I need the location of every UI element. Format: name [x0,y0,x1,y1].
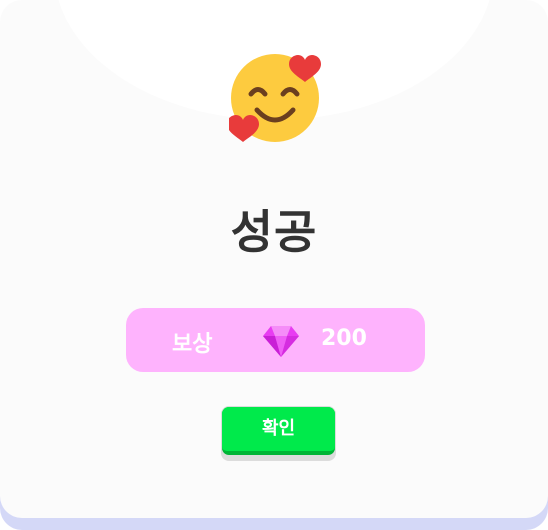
smiling-face-with-hearts-icon [229,54,321,142]
reward-amount: 200 [321,326,367,351]
confirm-button-label: 확인 [222,407,335,451]
dialog-card: 성공 보상 200 확인 [0,0,548,518]
confirm-button[interactable]: 확인 [222,407,335,455]
dialog-title: 성공 [230,205,318,259]
confirm-button-frame: 확인 [221,406,336,461]
heart-icon [229,115,259,142]
reward-label: 보상 [172,332,213,357]
success-dialog: 성공 보상 200 확인 [0,0,548,530]
reward-panel: 보상 200 [126,308,425,372]
gem-icon [263,326,299,357]
